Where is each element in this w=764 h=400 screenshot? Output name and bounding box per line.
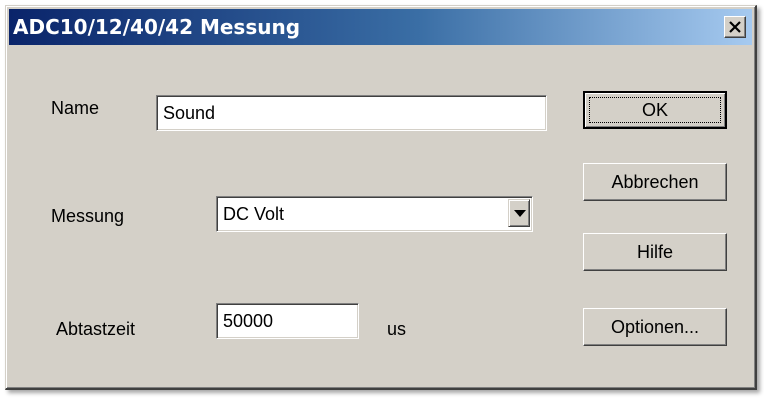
abbrechen-button-label: Abbrechen (611, 172, 699, 192)
dialog-window: ADC10/12/40/42 Messung Name Sound Messun… (5, 5, 757, 390)
close-icon (729, 21, 741, 33)
abbrechen-button[interactable]: Abbrechen (583, 163, 727, 201)
chevron-down-icon (514, 210, 526, 217)
abtastzeit-input-value: 50000 (223, 311, 274, 331)
abtastzeit-input[interactable]: 50000 (216, 303, 359, 339)
name-label: Name (51, 98, 100, 118)
optionen-button-label: Optionen... (610, 317, 700, 337)
hilfe-button-label: Hilfe (636, 242, 673, 262)
messung-select-value: DC Volt (223, 204, 285, 224)
hilfe-button[interactable]: Hilfe (583, 233, 727, 271)
title-bar[interactable]: ADC10/12/40/42 Messung (9, 9, 752, 45)
optionen-button[interactable]: Optionen... (583, 308, 727, 346)
abtastzeit-unit: us (387, 319, 407, 339)
messung-label: Messung (51, 206, 125, 226)
messung-dropdown-button[interactable] (508, 199, 530, 227)
ok-button-label: OK (641, 100, 668, 120)
close-button[interactable] (724, 16, 746, 38)
name-input-value: Sound (163, 103, 216, 123)
name-input[interactable]: Sound (156, 95, 547, 131)
ok-button[interactable]: OK (583, 91, 727, 129)
messung-select[interactable]: DC Volt (216, 196, 533, 232)
window-title: ADC10/12/40/42 Messung (13, 15, 301, 39)
abtastzeit-label: Abtastzeit (56, 319, 136, 339)
